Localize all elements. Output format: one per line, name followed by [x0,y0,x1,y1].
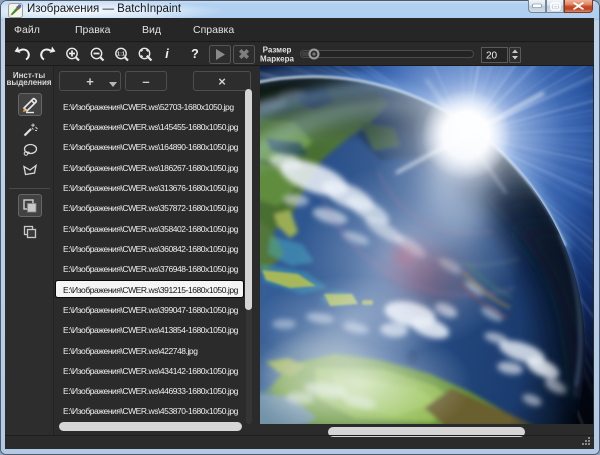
svg-text:Маркера: Маркера [260,55,294,64]
svg-text:?: ? [191,47,199,61]
svg-text:1:1: 1:1 [117,52,125,58]
svg-text:Размер: Размер [263,46,292,55]
svg-text:20: 20 [486,51,498,62]
svg-text:i: i [165,47,169,61]
